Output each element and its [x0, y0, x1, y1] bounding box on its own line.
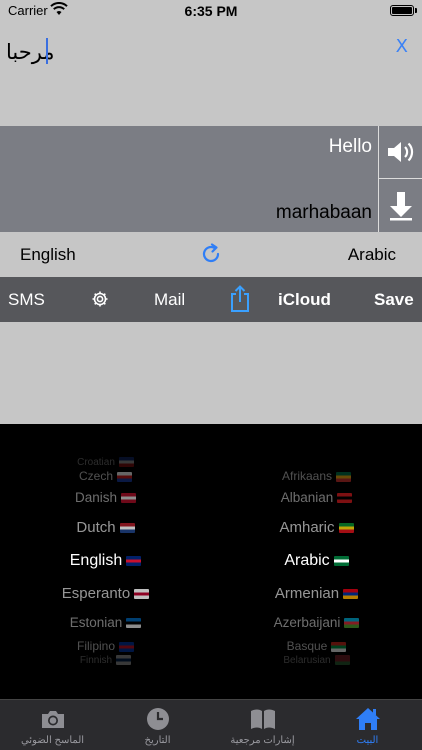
picker-option-label: Dutch — [76, 519, 116, 536]
flag-icon — [333, 555, 349, 566]
picker-option[interactable]: Armenian — [211, 585, 422, 602]
picker-option[interactable]: Afrikaans — [211, 469, 422, 483]
picker-option-label: Albanian — [280, 490, 334, 505]
picker-option[interactable]: Croatian — [0, 457, 211, 468]
source-language-label[interactable]: English — [20, 245, 76, 265]
clock-icon — [147, 708, 169, 730]
flag-icon — [343, 589, 359, 600]
picker-option[interactable]: Danish — [0, 490, 211, 505]
book-icon — [251, 709, 275, 729]
flag-icon — [338, 523, 354, 534]
picker-option-label: Afrikaans — [281, 469, 333, 483]
picker-option-label: Arabic — [284, 552, 330, 569]
flag-icon — [121, 493, 137, 504]
picker-option-label: Armenian — [274, 585, 340, 602]
flag-icon — [118, 457, 134, 468]
home-icon — [356, 708, 380, 730]
language-picker[interactable]: Croatian Czech Danish Dutch English Esperanto… — [0, 424, 422, 699]
arrow-down-icon — [389, 191, 412, 220]
speak-button[interactable] — [378, 126, 422, 179]
tab-label: البيت — [356, 735, 379, 746]
flag-icon — [126, 618, 142, 629]
picker-option[interactable]: Esperanto — [0, 585, 211, 602]
picker-option[interactable]: Arabic — [211, 552, 422, 570]
tab-label: الماسح الضوئي — [20, 735, 85, 746]
camera-icon — [42, 711, 64, 728]
flag-icon — [336, 471, 352, 482]
picker-option-label: Filipino — [76, 639, 115, 653]
status-bar: Carrier 6:35 PM — [0, 0, 422, 22]
source-language-wheel[interactable]: Croatian Czech Danish Dutch English Esperanto… — [0, 424, 211, 699]
picker-option[interactable]: Amharic — [211, 519, 422, 536]
tab-history[interactable]: التاريخ — [105, 700, 210, 750]
picker-option-label: English — [69, 552, 123, 569]
picker-option[interactable]: English — [0, 552, 211, 570]
insert-translation-button[interactable] — [378, 179, 422, 232]
picker-option[interactable]: Czech — [0, 469, 211, 483]
tab-home[interactable]: البيت — [315, 700, 420, 750]
target-language-label[interactable]: Arabic — [348, 245, 396, 265]
flag-icon — [134, 589, 150, 600]
picker-option-label: Amharic — [279, 519, 335, 536]
battery-icon — [390, 5, 417, 16]
flag-icon — [117, 471, 132, 482]
picker-option[interactable]: Azerbaijani — [211, 615, 422, 630]
speaker-icon — [387, 142, 413, 162]
tab-label: التاريخ — [144, 735, 171, 746]
transliteration-text: marhabaan — [275, 202, 372, 223]
source-input-area[interactable]: مرحبا X — [0, 22, 422, 126]
picker-option-label: Estonian — [69, 615, 123, 630]
sms-button[interactable]: SMS — [8, 290, 45, 310]
tab-bookmarks[interactable]: إشارات مرجعية — [210, 700, 315, 750]
tab-scanner[interactable]: الماسح الضوئي — [0, 700, 105, 750]
flag-icon — [331, 641, 347, 652]
picker-option[interactable]: Estonian — [0, 615, 211, 630]
picker-option-label: Finnish — [79, 655, 113, 666]
picker-option[interactable]: Filipino — [0, 639, 211, 653]
text-cursor — [46, 38, 48, 64]
translation-text: Hello — [328, 136, 372, 157]
flag-icon — [116, 655, 132, 666]
picker-option-label: Danish — [74, 490, 118, 505]
picker-option-label: Belarusian — [283, 655, 331, 666]
picker-option[interactable]: Basque — [211, 639, 422, 653]
action-bar: SMS Mail iCloud Save — [0, 277, 422, 322]
tab-label: إشارات مرجعية — [230, 735, 295, 746]
picker-option-label: Azerbaijani — [273, 615, 341, 630]
flag-icon — [344, 618, 360, 629]
mail-button[interactable]: Mail — [154, 290, 185, 310]
save-button[interactable]: Save — [374, 290, 414, 310]
tab-bar: الماسح الضوئي التاريخ إشارات مرجعية البي… — [0, 699, 422, 750]
flag-icon — [337, 493, 353, 504]
gear-icon[interactable] — [91, 290, 109, 308]
target-language-wheel[interactable]: Afrikaans Albanian Amharic Arabic Armenian Az… — [211, 424, 422, 699]
blank-area — [0, 322, 422, 424]
picker-option-label: Czech — [78, 469, 113, 483]
share-icon[interactable] — [229, 285, 251, 313]
picker-option-label: Esperanto — [61, 585, 131, 602]
flag-icon — [119, 641, 134, 652]
translation-output: Hello marhabaan — [0, 126, 422, 232]
picker-option[interactable]: Albanian — [211, 490, 422, 505]
flag-icon — [126, 555, 142, 566]
flag-icon — [334, 655, 350, 666]
picker-option[interactable]: Finnish — [0, 655, 211, 666]
clear-button[interactable]: X — [396, 36, 408, 57]
picker-option[interactable]: Dutch — [0, 519, 211, 536]
status-time: 6:35 PM — [184, 3, 238, 19]
picker-option-label: Croatian — [77, 457, 115, 468]
picker-option-label: Basque — [286, 639, 328, 653]
icloud-button[interactable]: iCloud — [278, 290, 331, 310]
language-row: English Arabic — [0, 232, 422, 277]
picker-option[interactable]: Belarusian — [211, 655, 422, 666]
flag-icon — [119, 523, 135, 534]
swap-languages-icon[interactable] — [199, 242, 223, 266]
